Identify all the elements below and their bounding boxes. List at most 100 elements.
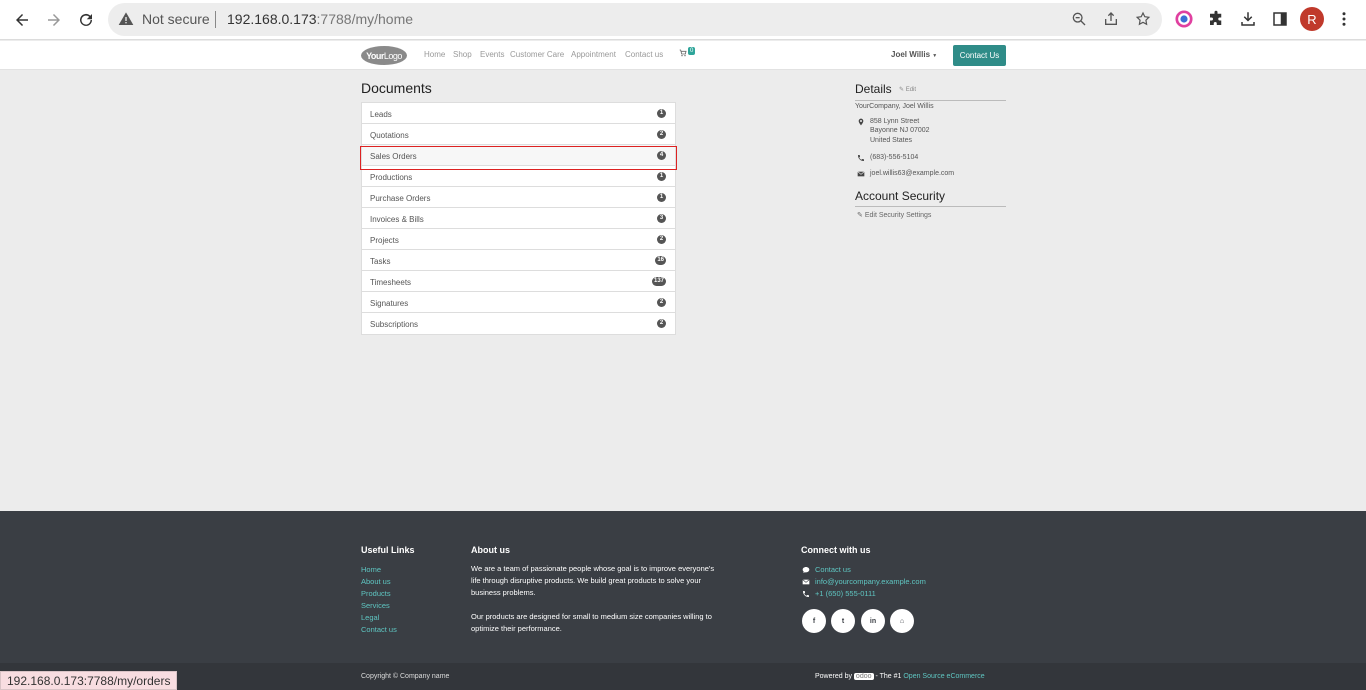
cart-icon (679, 49, 687, 57)
address-line-1: 858 Lynn Street (870, 118, 920, 125)
footer-link-about-us[interactable]: About us (361, 577, 391, 586)
footer-link-home[interactable]: Home (361, 565, 381, 574)
doc-item-quotations[interactable]: Quotations 2 (362, 124, 675, 145)
doc-item-purchase-orders[interactable]: Purchase Orders 1 (362, 187, 675, 208)
download-icon[interactable] (1238, 9, 1258, 29)
footer-link-contact-us[interactable]: Contact us (361, 625, 397, 634)
logo-bold: Your (366, 50, 384, 61)
doc-item-signatures[interactable]: Signatures 2 (362, 292, 675, 313)
about-us-title: About us (471, 545, 510, 555)
phone-number: (683)-556-5104 (870, 154, 919, 161)
account-security-title: Account Security (855, 189, 946, 203)
doc-item-invoices-bills[interactable]: Invoices & Bills 3 (362, 208, 675, 229)
doc-item-tasks[interactable]: Tasks 16 (362, 250, 675, 271)
menu-contact-us[interactable]: Contact us (625, 50, 663, 59)
doc-count-badge: 2 (657, 130, 666, 139)
email-address: joel.willis63@example.com (870, 170, 955, 177)
menu-shop[interactable]: Shop (453, 50, 472, 59)
arrow-right-icon (48, 14, 60, 26)
doc-item-label: Leads (370, 110, 392, 119)
security-label[interactable]: Not secure (142, 11, 210, 27)
doc-item-label: Productions (370, 173, 413, 182)
share-icon[interactable] (1103, 11, 1119, 27)
more-menu-icon[interactable] (1334, 9, 1354, 29)
connect-email-link[interactable]: info@yourcompany.example.com (815, 577, 926, 586)
pencil-icon: ✎ (857, 212, 863, 219)
url-text[interactable]: 192.168.0.173:7788/my/home (227, 11, 413, 27)
details-edit-link[interactable]: ✎ Edit (899, 86, 916, 93)
connect-phone-link[interactable]: +1 (650) 555-0111 (815, 589, 876, 598)
footer-link-products[interactable]: Products (361, 589, 391, 598)
doc-item-sales-orders[interactable]: Sales Orders 4 (362, 145, 675, 166)
address-line-3: United States (870, 137, 913, 144)
about-text-line: life through disruptive products. We bui… (471, 576, 701, 585)
doc-item-projects[interactable]: Projects 2 (362, 229, 675, 250)
home-icon[interactable]: ⌂ (890, 609, 914, 633)
open-source-ecommerce-link[interactable]: Open Source eCommerce (903, 673, 984, 680)
footer-link-legal[interactable]: Legal (361, 613, 379, 622)
doc-count-badge: 4 (657, 151, 666, 160)
doc-item-label: Invoices & Bills (370, 215, 424, 224)
doc-item-label: Tasks (370, 257, 391, 266)
linkedin-icon[interactable]: in (861, 609, 885, 633)
doc-count-badge: 1 (657, 193, 666, 202)
address-bar[interactable]: Not secure 192.168.0.173:7788/my/home (108, 3, 1162, 36)
doc-item-label: Sales Orders (370, 152, 417, 161)
envelope-icon (802, 579, 810, 585)
edit-security-settings-link[interactable]: ✎ Edit Security Settings (857, 211, 931, 219)
doc-item-label: Projects (370, 236, 399, 245)
zoom-icon[interactable] (1071, 11, 1087, 27)
site-logo[interactable]: Your Logo (361, 46, 407, 65)
useful-links-title: Useful Links (361, 545, 415, 555)
menu-appointment[interactable]: Appointment (571, 50, 616, 59)
doc-item-leads[interactable]: Leads 1 (362, 103, 675, 124)
site-footer: Useful Links Home About us Products Serv… (0, 511, 1366, 663)
footer-link-services[interactable]: Services (361, 601, 390, 610)
menu-customer-care[interactable]: Customer Care (510, 50, 564, 59)
powered-by-label: Powered by (815, 673, 852, 680)
map-marker-icon (858, 118, 864, 126)
warning-icon (118, 12, 134, 25)
company-name: YourCompany, Joel Willis (855, 103, 934, 110)
star-icon[interactable] (1135, 11, 1151, 27)
arrow-left-icon (16, 14, 28, 26)
cart-link[interactable]: 0 (679, 47, 696, 57)
reload-button[interactable] (74, 8, 98, 32)
user-menu[interactable]: Joel Willis ▼ (891, 50, 937, 59)
edit-security-label: Edit Security Settings (864, 212, 932, 219)
copyright-text: Copyright © Company name (361, 673, 450, 680)
side-panel-icon[interactable] (1270, 9, 1290, 29)
url-host: 192.168.0.173 (227, 11, 317, 27)
connect-contact-link[interactable]: Contact us (815, 565, 851, 574)
color-extension-icon[interactable] (1174, 9, 1194, 29)
doc-item-label: Subscriptions (370, 320, 419, 329)
doc-item-label: Quotations (370, 131, 409, 140)
site-header: Your Logo Home Shop Events Customer Care … (0, 41, 1366, 70)
doc-count-badge: 2 (657, 319, 666, 328)
browser-toolbar: Not secure 192.168.0.173:7788/my/home R (0, 0, 1366, 40)
user-name: Joel Willis (891, 50, 931, 59)
powered-by: Powered by odoo - The #1 Open Source eCo… (815, 673, 985, 680)
back-button[interactable] (10, 8, 34, 32)
doc-item-productions[interactable]: Productions 1 (362, 166, 675, 187)
about-text-line: business problems. (471, 588, 536, 597)
doc-item-label: Timesheets (370, 278, 412, 287)
doc-count-badge: 3 (657, 214, 666, 223)
documents-list: Leads 1 Quotations 2 Sales Orders 4 Product… (361, 102, 676, 335)
about-text-line: optimize their performance. (471, 624, 562, 633)
contact-us-button[interactable]: Contact Us (953, 45, 1006, 66)
doc-item-label: Purchase Orders (370, 194, 431, 203)
security-divider (855, 206, 1006, 207)
odoo-logo[interactable]: odoo (853, 673, 874, 680)
doc-item-timesheets[interactable]: Timesheets 137 (362, 271, 675, 292)
facebook-icon[interactable]: f (802, 609, 826, 633)
forward-button[interactable] (42, 8, 66, 32)
menu-home[interactable]: Home (424, 50, 445, 59)
extensions-icon[interactable] (1206, 9, 1226, 29)
comment-icon (802, 567, 810, 573)
doc-count-badge: 137 (651, 277, 666, 286)
twitter-icon[interactable]: t (831, 609, 855, 633)
profile-avatar[interactable]: R (1300, 7, 1324, 31)
doc-item-subscriptions[interactable]: Subscriptions 2 (362, 313, 675, 334)
menu-events[interactable]: Events (480, 50, 504, 59)
